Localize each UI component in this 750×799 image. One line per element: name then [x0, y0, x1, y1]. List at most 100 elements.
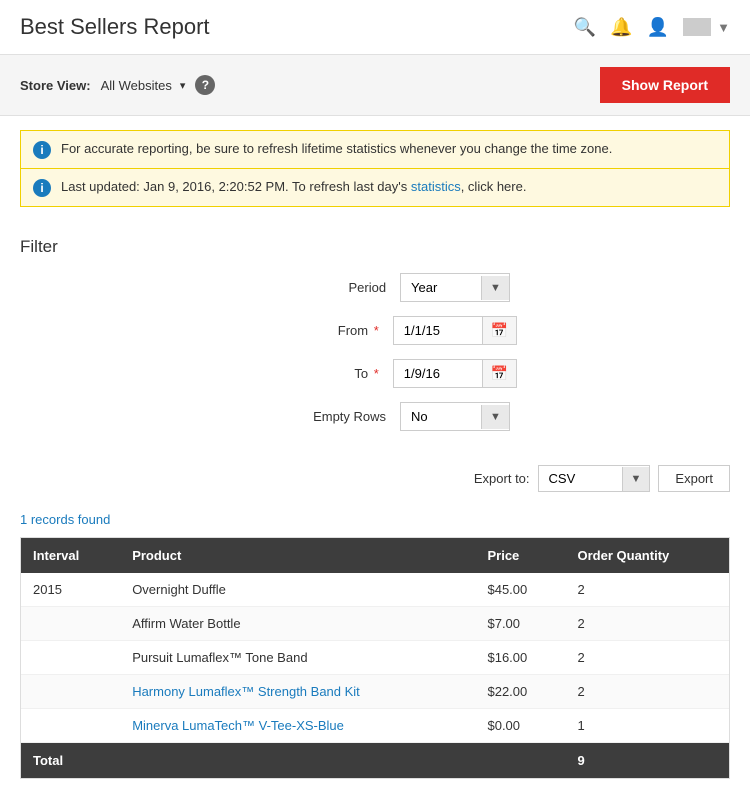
header-actions: 🔍 🔔 👤 ▼ [574, 17, 730, 38]
user-avatar [683, 18, 711, 36]
info-banner-2: i Last updated: Jan 9, 2016, 2:20:52 PM.… [21, 168, 729, 206]
info-text-2: Last updated: Jan 9, 2016, 2:20:52 PM. T… [61, 178, 526, 196]
col-order-qty: Order Quantity [566, 538, 729, 573]
store-view-label: Store View: [20, 78, 91, 93]
cell-qty: 2 [566, 675, 729, 709]
records-count-text: 1 records found [20, 512, 110, 527]
empty-rows-select-wrapper: No Yes ▼ [400, 402, 510, 431]
cell-price: $0.00 [475, 709, 565, 743]
cell-product: Affirm Water Bottle [120, 607, 475, 641]
filter-row-to: To * 📅 [20, 359, 730, 388]
col-interval: Interval [21, 538, 120, 573]
filter-row-empty-rows: Empty Rows No Yes ▼ [20, 402, 730, 431]
table-footer-row: Total 9 [21, 743, 729, 779]
to-date-input[interactable] [393, 359, 483, 388]
cell-qty: 2 [566, 573, 729, 607]
search-icon[interactable]: 🔍 [574, 17, 596, 38]
table-header-row: Interval Product Price Order Quantity [21, 538, 729, 573]
footer-empty-price [475, 743, 565, 779]
store-view-bar: Store View: All Websites ▾ ? Show Report [0, 55, 750, 116]
user-icon[interactable]: 👤 [647, 17, 669, 38]
cell-product: Overnight Duffle [120, 573, 475, 607]
footer-empty-product [120, 743, 475, 779]
from-label: From * [233, 323, 393, 338]
export-format-select[interactable]: CSV Excel XML [539, 466, 622, 491]
from-calendar-button[interactable]: 📅 [483, 316, 517, 345]
col-product: Product [120, 538, 475, 573]
cell-qty: 1 [566, 709, 729, 743]
empty-rows-select-arrow[interactable]: ▼ [481, 405, 509, 429]
cell-product[interactable]: Minerva LumaTech™ V-Tee-XS-Blue [120, 709, 475, 743]
period-select-arrow[interactable]: ▼ [481, 276, 509, 300]
info-text-after: , click here. [461, 179, 527, 194]
col-price: Price [475, 538, 565, 573]
table-row: Harmony Lumaflex™ Strength Band Kit $22.0… [21, 675, 729, 709]
table-row: Pursuit Lumaflex™ Tone Band$16.002 [21, 641, 729, 675]
store-view-left: Store View: All Websites ▾ ? [20, 75, 215, 95]
cell-price: $7.00 [475, 607, 565, 641]
info-text-1: For accurate reporting, be sure to refre… [61, 140, 612, 158]
cell-interval [21, 709, 120, 743]
statistics-link[interactable]: statistics [411, 179, 461, 194]
cell-qty: 2 [566, 641, 729, 675]
info-text-before: Last updated: Jan 9, 2016, 2:20:52 PM. T… [61, 179, 411, 194]
table-row: 2015Overnight Duffle$45.002 [21, 573, 729, 607]
cell-price: $16.00 [475, 641, 565, 675]
empty-rows-select[interactable]: No Yes [401, 403, 481, 430]
table-body: 2015Overnight Duffle$45.002Affirm Water … [21, 573, 729, 743]
export-button[interactable]: Export [658, 465, 730, 492]
from-control: 📅 [393, 316, 517, 345]
cell-product[interactable]: Harmony Lumaflex™ Strength Band Kit [120, 675, 475, 709]
to-calendar-button[interactable]: 📅 [483, 359, 517, 388]
show-report-button[interactable]: Show Report [600, 67, 730, 103]
cell-interval: 2015 [21, 573, 120, 607]
to-control: 📅 [393, 359, 517, 388]
page-title: Best Sellers Report [20, 14, 210, 40]
cell-qty: 2 [566, 607, 729, 641]
user-dropdown-arrow: ▼ [717, 20, 730, 35]
cell-interval [21, 641, 120, 675]
data-table: Interval Product Price Order Quantity 20… [21, 538, 729, 778]
table-row: Affirm Water Bottle$7.002 [21, 607, 729, 641]
from-date-input[interactable] [393, 316, 483, 345]
period-control: Year Month Day Week ▼ [400, 273, 510, 302]
period-select[interactable]: Year Month Day Week [401, 274, 481, 301]
export-label: Export to: [474, 471, 530, 486]
from-required: * [374, 323, 379, 338]
cell-interval [21, 607, 120, 641]
store-view-select[interactable]: All Websites ▾ [101, 78, 186, 93]
cell-interval [21, 675, 120, 709]
footer-total-label: Total [21, 743, 120, 779]
table-row: Minerva LumaTech™ V-Tee-XS-Blue $0.001 [21, 709, 729, 743]
product-link[interactable]: Harmony Lumaflex™ Strength Band Kit [132, 684, 360, 699]
help-icon[interactable]: ? [195, 75, 215, 95]
empty-rows-label: Empty Rows [240, 409, 400, 424]
cell-product: Pursuit Lumaflex™ Tone Band [120, 641, 475, 675]
cell-price: $45.00 [475, 573, 565, 607]
export-row: Export to: CSV Excel XML ▼ Export [0, 455, 750, 506]
records-found: 1 records found [0, 506, 750, 537]
filter-row-period: Period Year Month Day Week ▼ [20, 273, 730, 302]
footer-total-qty: 9 [566, 743, 729, 779]
export-format-wrapper: CSV Excel XML ▼ [538, 465, 651, 492]
bell-icon[interactable]: 🔔 [610, 17, 632, 38]
filter-title: Filter [20, 237, 730, 257]
export-format-arrow[interactable]: ▼ [622, 467, 650, 491]
empty-rows-control: No Yes ▼ [400, 402, 510, 431]
info-banners: i For accurate reporting, be sure to ref… [20, 130, 730, 207]
filter-row-from: From * 📅 [20, 316, 730, 345]
info-banner-1: i For accurate reporting, be sure to ref… [21, 131, 729, 168]
store-view-arrow: ▾ [180, 79, 186, 92]
header: Best Sellers Report 🔍 🔔 👤 ▼ [0, 0, 750, 55]
store-view-value: All Websites [101, 78, 172, 93]
product-link[interactable]: Minerva LumaTech™ V-Tee-XS-Blue [132, 718, 344, 733]
user-menu[interactable]: ▼ [683, 18, 730, 36]
to-label: To * [233, 366, 393, 381]
info-icon-2: i [33, 179, 51, 197]
data-table-container: Interval Product Price Order Quantity 20… [20, 537, 730, 779]
cell-price: $22.00 [475, 675, 565, 709]
filter-section: Filter Period Year Month Day Week ▼ From… [0, 221, 750, 455]
to-required: * [374, 366, 379, 381]
period-select-wrapper: Year Month Day Week ▼ [400, 273, 510, 302]
period-label: Period [240, 280, 400, 295]
